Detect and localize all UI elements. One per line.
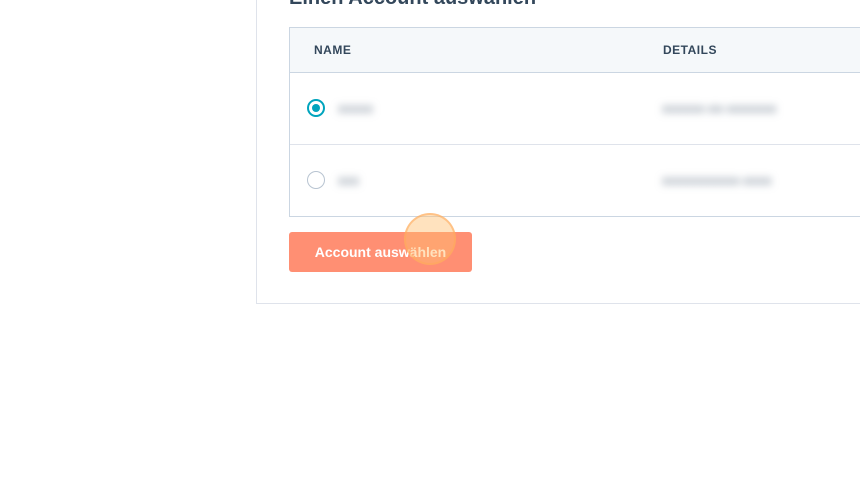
account-details: xxxxxxxxxxx-xxxx (662, 172, 772, 188)
account-name: xxx (338, 172, 359, 188)
table-header: NAME DETAILS (290, 28, 860, 73)
column-header-name: NAME (314, 43, 352, 57)
account-details: xxxxxx-xx-xxxxxxx (662, 100, 777, 116)
section-heading: Einen Account auswählen (289, 0, 536, 10)
table-row[interactable]: xxx xxxxxxxxxxx-xxxx (290, 145, 860, 216)
account-table: NAME DETAILS xxxxx xxxxxx-xx-xxxxxxx xxx… (289, 27, 860, 217)
select-account-button[interactable]: Account auswählen (289, 232, 472, 272)
page: Einen Account auswählen NAME DETAILS xxx… (0, 0, 860, 481)
column-header-details: DETAILS (663, 43, 717, 57)
account-name: xxxxx (338, 100, 373, 116)
table-row[interactable]: xxxxx xxxxxx-xx-xxxxxxx (290, 73, 860, 145)
account-radio-selected[interactable] (307, 99, 325, 117)
account-radio[interactable] (307, 171, 325, 189)
